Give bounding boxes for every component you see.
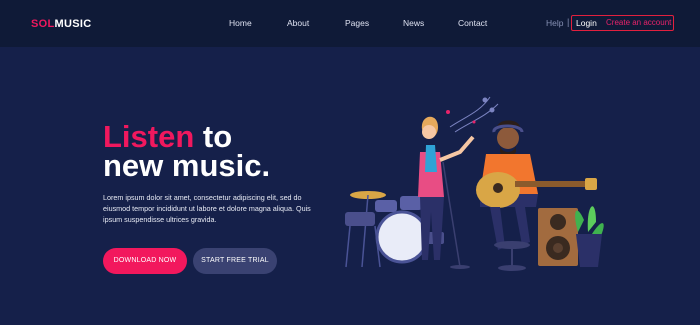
- start-free-trial-button[interactable]: START FREE TRIAL: [193, 248, 277, 274]
- logo-text: MUSIC: [54, 18, 92, 30]
- speaker-box: [538, 208, 578, 266]
- nav-contact[interactable]: Contact: [458, 18, 487, 28]
- download-now-button[interactable]: DOWNLOAD NOW: [103, 248, 187, 274]
- nav-separator: |: [567, 17, 570, 27]
- singer-figure: [418, 116, 475, 269]
- help-link[interactable]: Help: [546, 18, 563, 28]
- top-navbar: SOLMUSIC Home About Pages News Contact H…: [0, 0, 700, 47]
- musicians-illustration: [345, 96, 604, 271]
- nav-about[interactable]: About: [287, 18, 309, 28]
- hero-headline: Listen to new music.: [103, 121, 271, 183]
- create-account-link[interactable]: Create an account: [606, 18, 671, 27]
- logo[interactable]: SOLMUSIC: [31, 18, 91, 30]
- nav-news[interactable]: News: [403, 18, 424, 28]
- logo-accent-text: SOL: [31, 18, 55, 30]
- potted-plant: [575, 206, 604, 267]
- login-link[interactable]: Login: [576, 18, 597, 28]
- nav-home[interactable]: Home: [229, 18, 252, 28]
- hero-description: Lorem ipsum dolor sit amet, consectetur …: [103, 193, 311, 224]
- headline-line-two: new music.: [103, 148, 271, 183]
- music-notes-decoration: [446, 96, 499, 133]
- nav-pages[interactable]: Pages: [345, 18, 369, 28]
